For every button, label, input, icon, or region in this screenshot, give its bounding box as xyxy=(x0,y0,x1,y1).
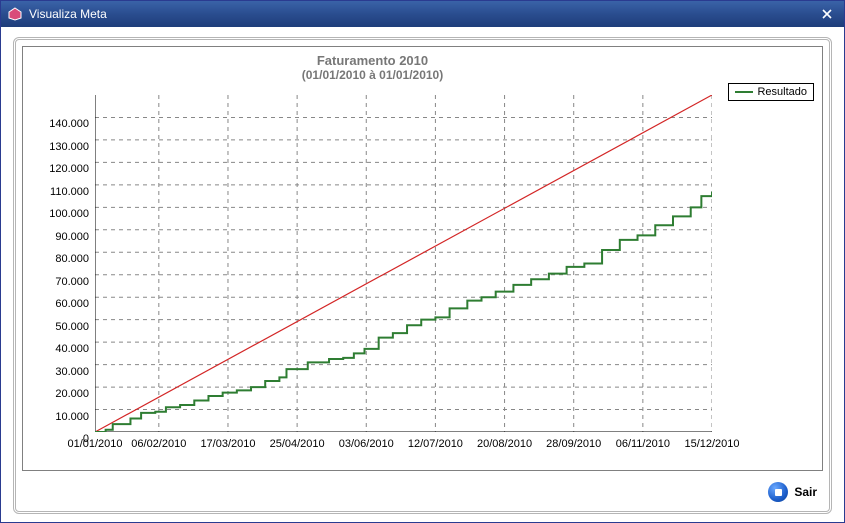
window: Visualiza Meta Faturamento 2010 (01/01/2… xyxy=(0,0,845,523)
chart-title: Faturamento 2010 xyxy=(23,53,722,68)
close-button[interactable] xyxy=(816,5,838,23)
y-tick-label: 80.000 xyxy=(55,253,89,265)
y-axis: 010.00020.00030.00040.00050.00060.00070.… xyxy=(23,95,95,432)
y-tick-label: 50.000 xyxy=(55,321,89,333)
window-title: Visualiza Meta xyxy=(29,7,816,21)
y-tick-label: 140.000 xyxy=(49,118,89,130)
app-icon xyxy=(7,6,23,22)
y-tick-label: 60.000 xyxy=(55,298,89,310)
exit-label: Sair xyxy=(794,485,817,499)
y-tick-label: 30.000 xyxy=(55,366,89,378)
plot-area xyxy=(95,95,712,432)
x-tick-label: 06/02/2010 xyxy=(131,438,186,450)
y-tick-label: 120.000 xyxy=(49,163,89,175)
stop-icon xyxy=(768,482,788,502)
client-area: Faturamento 2010 (01/01/2010 à 01/01/201… xyxy=(1,27,844,522)
footer: Sair xyxy=(22,471,823,507)
y-tick-label: 40.000 xyxy=(55,343,89,355)
exit-button[interactable]: Sair xyxy=(762,481,823,503)
y-tick-label: 110.000 xyxy=(50,186,89,198)
x-tick-label: 15/12/2010 xyxy=(684,438,739,450)
legend: Resultado xyxy=(728,83,814,101)
y-tick-label: 20.000 xyxy=(55,388,89,400)
y-tick-label: 100.000 xyxy=(49,208,89,220)
x-tick-label: 17/03/2010 xyxy=(200,438,255,450)
x-tick-label: 01/01/2010 xyxy=(67,438,122,450)
titlebar[interactable]: Visualiza Meta xyxy=(1,1,844,27)
close-icon xyxy=(821,8,833,20)
x-tick-label: 25/04/2010 xyxy=(270,438,325,450)
x-tick-label: 20/08/2010 xyxy=(477,438,532,450)
y-tick-label: 70.000 xyxy=(55,276,89,288)
y-tick-label: 90.000 xyxy=(55,231,89,243)
chart: Faturamento 2010 (01/01/2010 à 01/01/201… xyxy=(22,46,823,471)
panel: Faturamento 2010 (01/01/2010 à 01/01/201… xyxy=(13,37,832,514)
x-tick-label: 12/07/2010 xyxy=(408,438,463,450)
x-tick-label: 03/06/2010 xyxy=(339,438,394,450)
x-tick-label: 06/11/2010 xyxy=(616,438,670,450)
x-axis: 01/01/201006/02/201017/03/201025/04/2010… xyxy=(95,432,712,470)
legend-swatch xyxy=(735,91,753,93)
chart-subtitle: (01/01/2010 à 01/01/2010) xyxy=(23,68,722,82)
y-tick-label: 10.000 xyxy=(55,411,89,423)
x-tick-label: 28/09/2010 xyxy=(546,438,601,450)
y-tick-label: 130.000 xyxy=(49,141,89,153)
legend-label: Resultado xyxy=(757,86,807,98)
